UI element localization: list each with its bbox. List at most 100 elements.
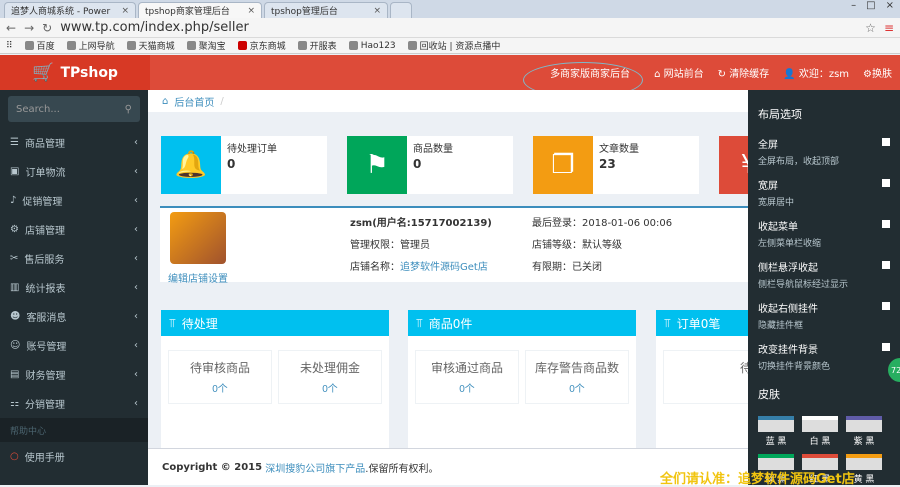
forward-icon[interactable]: → xyxy=(24,21,34,35)
bookmark-label: Hao123 xyxy=(360,40,396,51)
reload-icon[interactable]: ↻ xyxy=(42,21,52,35)
option-hover-sidebar[interactable]: 侧栏悬浮收起 侧栏导航鼠标经过显示 xyxy=(758,259,890,290)
option-collapse-menu[interactable]: 收起菜单 左侧菜单栏收缩 xyxy=(758,218,890,249)
bookmark-item[interactable]: 天猫商城 xyxy=(126,39,175,52)
search-input[interactable]: Search... ⚲ xyxy=(8,96,140,122)
option-checkbox[interactable] xyxy=(882,261,890,269)
bookmark-label: 上网导航 xyxy=(78,42,115,52)
sidebar-item-stats[interactable]: ▥ 统计报表 ‹ xyxy=(0,273,148,302)
option-title: 侧栏悬浮收起 xyxy=(758,263,818,274)
stat-value: 0 xyxy=(413,157,422,171)
skin-white[interactable]: 白 黑 xyxy=(802,416,838,447)
clear-cache-link[interactable]: ↻ 清除缓存 xyxy=(718,65,770,80)
sidebar-item-finance[interactable]: ▤ 财务管理 ‹ xyxy=(0,360,148,389)
stock-warning[interactable]: 库存警告商品数 0个 xyxy=(525,350,629,404)
bookmark-item[interactable]: 百度 xyxy=(24,39,55,52)
store-name-row: 店铺名称：追梦软件源码Get店 xyxy=(350,258,488,273)
bookmark-item[interactable]: 聚淘宝 xyxy=(186,39,226,52)
col-count: 0个 xyxy=(664,380,748,395)
option-checkbox[interactable] xyxy=(882,179,890,187)
main-content: ⌂ 后台首页 / 🔔 待处理订单 0 ⚑ 商品数量 0 ❐ 文章数量 23 ¥ 编辑店… xyxy=(148,90,748,485)
option-fullscreen[interactable]: 全屏 全屏布局，收起顶部 xyxy=(758,136,890,167)
option-widget-bg[interactable]: 改变挂件背景 切换挂件背景颜色 xyxy=(758,341,890,372)
menu-icon[interactable]: ≡ xyxy=(884,21,894,35)
option-checkbox[interactable] xyxy=(882,138,890,146)
close-icon[interactable]: × xyxy=(247,6,255,16)
user-menu[interactable]: 👤 欢迎：zsm xyxy=(783,65,849,80)
approved-goods[interactable]: 审核通过商品 0个 xyxy=(415,350,519,404)
edit-store-link[interactable]: 编辑店铺设置 xyxy=(168,270,228,285)
sidebar-item-manual[interactable]: ○ 使用手册 xyxy=(0,442,148,471)
sidebar-item-distribution[interactable]: ⚏ 分销管理 ‹ xyxy=(0,389,148,418)
yen-icon: ¥ xyxy=(719,136,748,194)
bookmark-item[interactable]: 回收站 | 资源点播中 xyxy=(407,39,501,52)
sidebar-item-label: 售后服务 xyxy=(24,255,65,266)
tab-title: tpshop管理后台 xyxy=(271,7,338,17)
browser-tab-3[interactable]: tpshop管理后台 × xyxy=(264,2,388,18)
skin-blue[interactable]: 蓝 黑 xyxy=(758,416,794,447)
back-icon[interactable]: ← xyxy=(6,21,16,35)
chevron-left-icon: ‹ xyxy=(134,311,138,322)
company-link[interactable]: 深圳搜豹公司旗下产品 xyxy=(265,460,365,475)
logo[interactable]: 🛒 TPshop xyxy=(0,55,150,90)
url-input[interactable]: www.tp.com/index.php/seller xyxy=(60,20,857,35)
breadcrumb-home[interactable]: 后台首页 xyxy=(174,94,214,109)
option-desc: 宽屏居中 xyxy=(758,198,795,208)
chevron-left-icon: ‹ xyxy=(134,195,138,206)
star-icon[interactable]: ☆ xyxy=(865,21,876,35)
bookmark-label: 回收站 | 资源点播中 xyxy=(419,42,501,52)
option-checkbox[interactable] xyxy=(882,302,890,310)
clear-cache-label: 清除缓存 xyxy=(729,69,770,80)
site-front-label: 网站前台 xyxy=(663,69,704,80)
pending-goods[interactable]: 待审核商品 0个 xyxy=(168,350,272,404)
search-icon[interactable]: ⚲ xyxy=(125,104,132,115)
store-name-link[interactable]: 追梦软件源码Get店 xyxy=(400,262,488,273)
stat-box-goods[interactable]: ⚑ 商品数量 0 xyxy=(347,136,513,194)
welcome-label: 欢迎：zsm xyxy=(798,69,850,80)
users-icon: ☻ xyxy=(10,311,21,322)
close-icon[interactable]: × xyxy=(373,6,381,16)
skin-purple[interactable]: 紫 黑 xyxy=(846,416,882,447)
option-wide[interactable]: 宽屏 宽屏居中 xyxy=(758,177,890,208)
bookmark-item[interactable]: 京东商城 xyxy=(237,39,286,52)
switch-skin-label: 换肤 xyxy=(872,69,892,80)
tools-icon: ✂ xyxy=(10,253,19,264)
to-ship-orders[interactable]: 待发货订单 0个 xyxy=(663,350,748,404)
maximize-icon[interactable]: □ xyxy=(866,0,875,11)
bookmark-icon xyxy=(407,41,417,50)
site-front-link[interactable]: ⌂ 网站前台 xyxy=(654,65,704,80)
new-tab-button[interactable] xyxy=(390,2,412,18)
apps-icon[interactable]: ⠿ xyxy=(6,41,13,51)
money-icon: ▤ xyxy=(10,369,20,380)
sidebar-item-goods[interactable]: ☰ 商品管理 ‹ xyxy=(0,128,148,157)
minimize-icon[interactable]: – xyxy=(851,0,856,11)
stat-value: 0 xyxy=(227,157,236,171)
panel-title: 商品0件 xyxy=(428,316,473,331)
sidebar-item-promotion[interactable]: ♪ 促销管理 ‹ xyxy=(0,186,148,215)
bookmark-item[interactable]: 开服表 xyxy=(297,39,337,52)
option-hide-widget[interactable]: 收起右侧挂件 隐藏挂件框 xyxy=(758,300,890,331)
sidebar-item-store[interactable]: ⚙ 店铺管理 ‹ xyxy=(0,215,148,244)
switch-skin-link[interactable]: ⚙换肤 xyxy=(863,65,892,80)
store-info-box: 编辑店铺设置 zsm(用户名:15717002139) 管理权限：管理员 店铺名… xyxy=(160,206,748,285)
bookmark-item[interactable]: Hao123 xyxy=(348,40,396,51)
skin-label: 紫 黑 xyxy=(853,437,875,447)
tab-title: 追梦人商城系统 - Power xyxy=(11,7,111,17)
close-icon[interactable]: × xyxy=(121,6,129,16)
option-checkbox[interactable] xyxy=(882,343,890,351)
stat-box-money[interactable]: ¥ xyxy=(719,136,748,194)
stat-box-orders[interactable]: 🔔 待处理订单 0 xyxy=(161,136,327,194)
option-checkbox[interactable] xyxy=(882,220,890,228)
pending-commission[interactable]: 未处理佣金 0个 xyxy=(278,350,382,404)
sidebar-item-service[interactable]: ☻ 客服消息 ‹ xyxy=(0,302,148,331)
stat-box-articles[interactable]: ❐ 文章数量 23 xyxy=(533,136,699,194)
browser-tab-1[interactable]: 追梦人商城系统 - Power × xyxy=(4,2,136,18)
sidebar-item-aftersale[interactable]: ✂ 售后服务 ‹ xyxy=(0,244,148,273)
close-window-icon[interactable]: × xyxy=(886,0,894,11)
sidebar-item-orders[interactable]: ▣ 订单物流 ‹ xyxy=(0,157,148,186)
bar-chart-icon: ▥ xyxy=(10,282,20,293)
sidebar-item-account[interactable]: ☺ 账号管理 ‹ xyxy=(0,331,148,360)
browser-tab-2[interactable]: tpshop商家管理后台 × xyxy=(138,2,262,18)
bookmark-item[interactable]: 上网导航 xyxy=(66,39,115,52)
stat-value: 23 xyxy=(599,157,616,171)
